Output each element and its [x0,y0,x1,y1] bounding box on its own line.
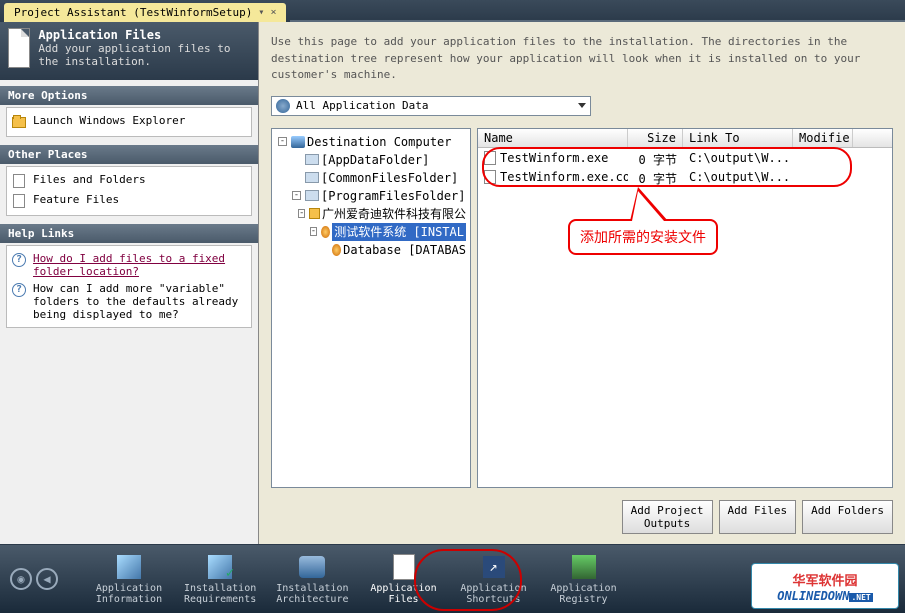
folder-icon [12,117,26,128]
col-name[interactable]: Name [478,129,628,147]
button-row: Add Project Outputs Add Files Add Folder… [259,494,905,544]
destination-tree[interactable]: - Destination Computer [AppDataFolder] [… [271,128,471,488]
help-links-body: ? How do I add files to a fixed folder l… [6,245,252,328]
nav-back-button[interactable]: ◀ [36,568,58,590]
tree-node[interactable]: - [ProgramFilesFolder] [276,187,466,205]
help-icon: ? [12,283,26,297]
file-rows: TestWinform.exe0 字节C:\output\W...TestWin… [478,148,892,190]
nav-label: Application Shortcuts [460,583,526,605]
folder-icon [305,172,319,183]
files-and-folders-link[interactable]: Files and Folders [11,171,247,191]
annotation-callout: 添加所需的安装文件 [568,219,718,255]
tab-title: Project Assistant (TestWinformSetup) [14,6,252,19]
nav-step[interactable]: Installation Architecture [268,549,356,609]
nav-icon [297,553,327,581]
file-row[interactable]: TestWinform.exe.co...0 字节C:\output\W... [478,169,892,188]
nav-home-button[interactable]: ◉ [10,568,32,590]
col-link[interactable]: Link To [683,129,793,147]
nav-step[interactable]: Application Shortcuts [451,549,537,609]
nav-label: Installation Requirements [184,583,256,605]
tree-node[interactable]: [CommonFilesFolder] [276,169,466,187]
watermark-logo: 华军软件园 ONLINEDOWN.NET [751,563,899,609]
more-options-head: More Options [0,86,258,105]
page-title: Application Files [38,28,250,42]
tree-label: [ProgramFilesFolder] [321,187,466,205]
help-icon: ? [12,253,26,267]
tree-expander-icon[interactable]: - [298,209,305,218]
pin-icon[interactable]: ▾ [258,7,264,18]
tree-node[interactable]: [AppDataFolder] [276,151,466,169]
component-icon [332,244,341,256]
nav-step[interactable]: Application Files [361,549,447,609]
page-description: Use this page to add your application fi… [259,22,905,90]
add-folders-button[interactable]: Add Folders [802,500,893,534]
tree-label: 广州爱奇迪软件科技有限公 [322,205,466,223]
tab-bar: Project Assistant (TestWinformSetup) ▾ × [0,0,905,22]
dropdown-value: All Application Data [296,99,428,112]
nav-icon [389,553,419,581]
tree-node[interactable]: - Destination Computer [276,133,466,151]
tree-expander-icon[interactable]: - [292,191,301,200]
folder-icon [305,154,319,165]
file-list-panel: Name Size Link To Modifie TestWinform.ex… [477,128,893,488]
tree-label: [CommonFilesFolder] [321,169,458,187]
help-links-head: Help Links [0,224,258,243]
component-icon [321,226,330,238]
file-icon [8,28,30,68]
computer-icon [291,136,305,148]
help-link-fixed-folder[interactable]: ? How do I add files to a fixed folder l… [11,250,247,280]
active-tab[interactable]: Project Assistant (TestWinformSetup) ▾ × [4,3,286,22]
tree-label: Database [DATABAS [343,241,466,259]
tree-label: 测试软件系统 [INSTAL [332,223,466,241]
feature-files-link[interactable]: Feature Files [11,191,247,211]
data-filter-dropdown[interactable]: All Application Data [271,96,591,116]
tree-expander-icon[interactable]: - [310,227,317,236]
sidebar: Application Files Add your application f… [0,22,258,544]
page-header: Application Files Add your application f… [0,22,258,80]
folder-icon [305,190,319,201]
tree-label: [AppDataFolder] [321,151,429,169]
globe-icon [276,99,290,113]
more-options-body: Launch Windows Explorer [6,107,252,137]
nav-step[interactable]: Application Information [86,549,172,609]
file-icon [484,170,496,184]
nav-label: Application Information [96,583,162,605]
content-area: Use this page to add your application fi… [258,22,905,544]
tree-node[interactable]: - 测试软件系统 [INSTAL [276,223,466,241]
help-link-variable-folders[interactable]: ? How can I add more "variable" folders … [11,280,247,323]
add-project-outputs-button[interactable]: Add Project Outputs [622,500,713,534]
tree-node[interactable]: Database [DATABAS [276,241,466,259]
col-size[interactable]: Size [628,129,683,147]
chevron-down-icon [578,103,586,108]
nav-icon [569,553,599,581]
add-files-button[interactable]: Add Files [719,500,797,534]
page-icon [13,174,25,188]
file-icon [484,151,496,165]
nav-label: Installation Architecture [276,583,348,605]
file-list-header[interactable]: Name Size Link To Modifie [478,129,892,148]
tree-label: Destination Computer [307,133,452,151]
page-subtitle: Add your application files to the instal… [38,42,250,68]
nav-icon [114,553,144,581]
tree-node[interactable]: - 广州爱奇迪软件科技有限公 [276,205,466,223]
other-places-body: Files and Folders Feature Files [6,166,252,216]
other-places-head: Other Places [0,145,258,164]
folder-icon [309,208,320,219]
nav-step[interactable]: Application Registry [541,549,627,609]
tree-expander-icon[interactable]: - [278,137,287,146]
nav-icon [479,553,509,581]
page-icon [13,194,25,208]
launch-explorer-link[interactable]: Launch Windows Explorer [11,112,247,132]
col-modified[interactable]: Modifie [793,129,853,147]
nav-icon [205,553,235,581]
nav-label: Application Registry [550,583,616,605]
nav-label: Application Files [370,583,436,605]
nav-step[interactable]: Installation Requirements [176,549,264,609]
close-tab-icon[interactable]: × [270,7,276,18]
file-row[interactable]: TestWinform.exe0 字节C:\output\W... [478,150,892,169]
